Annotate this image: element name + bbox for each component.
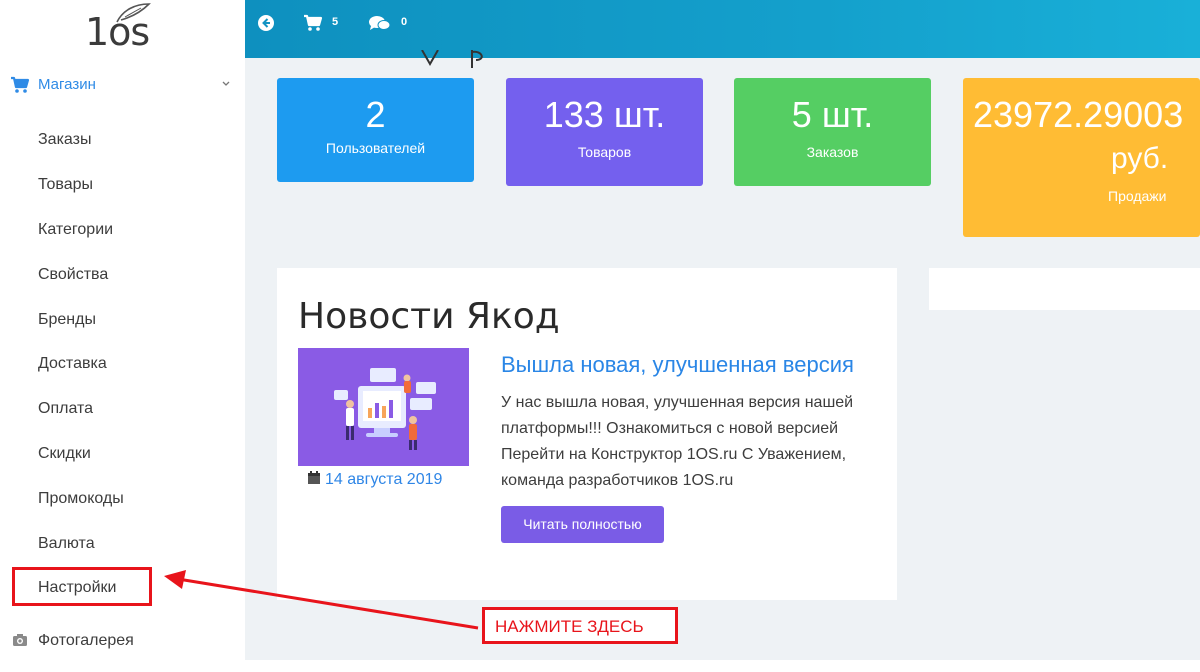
sidebar: 1os Магазин Заказы Товары Категории Свой… xyxy=(0,0,245,672)
sidebar-item-promocodes[interactable]: Промокоды xyxy=(38,490,124,508)
footer-band xyxy=(245,660,1200,672)
page-heading-partial xyxy=(330,50,510,68)
feather-icon xyxy=(116,3,151,23)
stat-card-products[interactable]: 133 шт. Товаров xyxy=(506,78,703,186)
news-image[interactable] xyxy=(298,348,469,466)
news-title: Новости Якод xyxy=(298,296,560,337)
heading-fragment xyxy=(421,50,483,68)
cart-count: 5 xyxy=(332,16,339,28)
annotation-callout: НАЖМИТЕ ЗДЕСЬ xyxy=(482,607,678,644)
stat-card-users[interactable]: 2 Пользователей xyxy=(277,78,474,182)
sidebar-section-gallery[interactable]: Фотогалерея xyxy=(0,628,245,654)
sidebar-section-shop[interactable]: Магазин xyxy=(0,70,245,100)
stat-label: Продажи xyxy=(1108,188,1167,204)
chevron-down-icon[interactable] xyxy=(220,78,232,90)
stat-label: Пользователей xyxy=(325,140,426,156)
sidebar-item-orders[interactable]: Заказы xyxy=(38,131,91,149)
stat-value: 5 шт. xyxy=(791,94,874,135)
sidebar-item-delivery[interactable]: Доставка xyxy=(38,355,107,373)
cart-icon xyxy=(11,76,30,93)
cart-icon[interactable] xyxy=(303,14,323,32)
news-date-text[interactable]: 14 августа 2019 xyxy=(325,471,442,488)
sidebar-gallery-label: Фотогалерея xyxy=(38,632,134,649)
news-illustration xyxy=(298,348,469,466)
stat-value: 2 xyxy=(365,94,386,135)
stat-card-orders[interactable]: 5 шт. Заказов xyxy=(734,78,931,186)
logo[interactable]: 1os xyxy=(85,2,155,54)
calendar-icon xyxy=(308,471,320,484)
sidebar-item-brands[interactable]: Бренды xyxy=(38,311,96,329)
sidebar-item-discounts[interactable]: Скидки xyxy=(38,445,91,463)
sidebar-item-payment[interactable]: Оплата xyxy=(38,400,93,418)
settings-highlight-box xyxy=(12,567,152,606)
news-panel: Новости Якод 14 августа 2019 Вышла новая… xyxy=(277,268,897,600)
news-body: У нас вышла новая, улучшенная версия наш… xyxy=(501,394,854,489)
sidebar-item-currency[interactable]: Валюта xyxy=(38,535,95,553)
stat-label: Заказов xyxy=(806,144,859,160)
stat-unit: руб. xyxy=(1111,142,1169,175)
stat-value: 23972.29003 xyxy=(973,94,1184,135)
stat-value: 133 шт. xyxy=(543,94,666,135)
annotation-label: НАЖМИТЕ ЗДЕСЬ xyxy=(495,617,644,636)
messages-count: 0 xyxy=(401,16,408,28)
sidebar-section-label: Магазин xyxy=(38,76,96,93)
news-date: 14 августа 2019 xyxy=(307,471,442,489)
news-headline[interactable]: Вышла новая, улучшенная версия xyxy=(501,352,854,378)
read-more-button[interactable]: Читать полностью xyxy=(501,506,664,543)
comments-icon[interactable] xyxy=(368,14,392,32)
stat-card-sales[interactable]: 23972.29003 руб. Продажи xyxy=(963,78,1200,237)
camera-icon xyxy=(13,634,27,646)
stat-label: Товаров xyxy=(577,144,632,160)
back-circle-icon[interactable] xyxy=(257,14,275,32)
sidebar-item-properties[interactable]: Свойства xyxy=(38,266,108,284)
side-panel xyxy=(929,268,1200,310)
sidebar-item-products[interactable]: Товары xyxy=(38,176,93,194)
sidebar-item-categories[interactable]: Категории xyxy=(38,221,113,239)
